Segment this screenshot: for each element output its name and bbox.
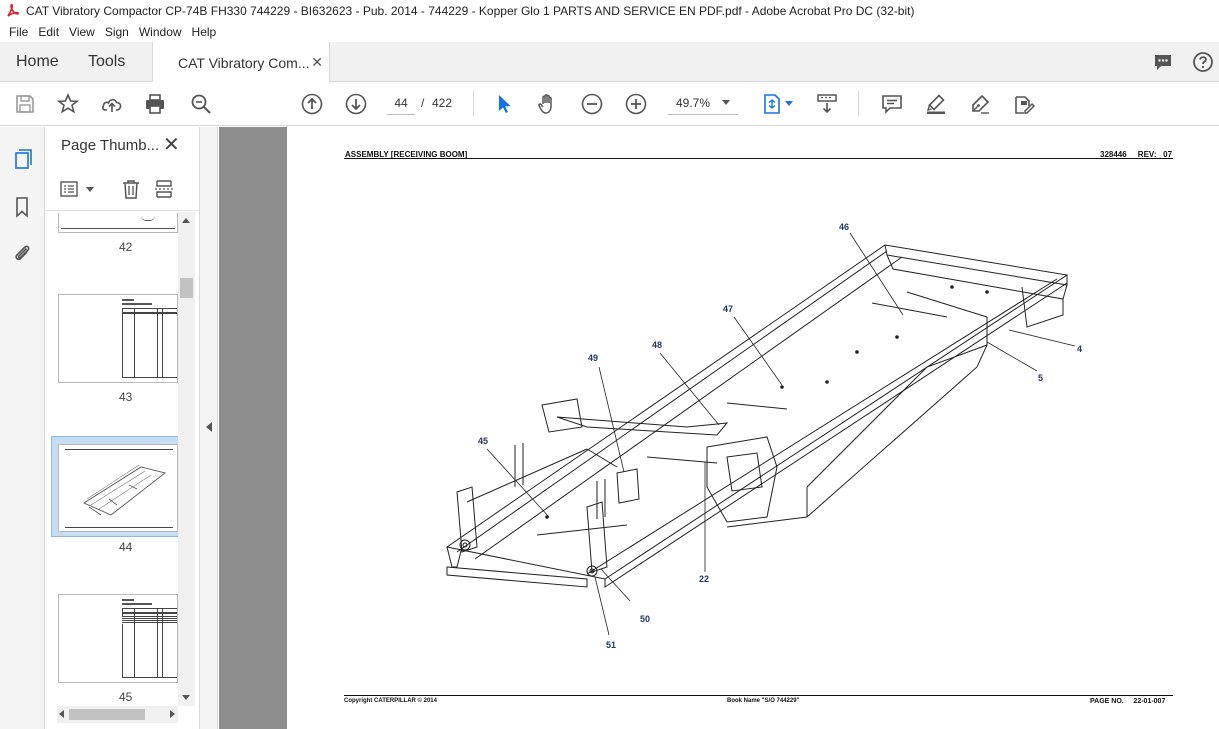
insert-page-icon[interactable] <box>153 178 175 200</box>
panel-splitter[interactable] <box>200 127 218 729</box>
callout-label: 51 <box>606 640 617 650</box>
page-total: 422 <box>432 96 453 110</box>
callout-label: 47 <box>723 304 734 314</box>
previous-page-icon[interactable] <box>300 92 324 116</box>
help-icon[interactable] <box>1192 51 1214 73</box>
fit-page-chevron-down-icon[interactable] <box>785 101 793 106</box>
close-tab-icon[interactable]: ✕ <box>311 54 323 71</box>
close-panel-icon[interactable]: ✕ <box>163 135 180 155</box>
menu-view[interactable]: View <box>64 25 100 39</box>
zoom-in-icon[interactable] <box>624 92 648 116</box>
menu-bar: File Edit View Sign Window Help <box>0 22 1219 42</box>
scrollbar-thumb[interactable] <box>69 709 145 720</box>
thumbnail-page-label: 44 <box>119 540 133 554</box>
callout-label: 5 <box>1038 373 1044 383</box>
document-viewer[interactable]: ASSEMBLY [RECEIVING BOOM] 328446 REV: 07 <box>219 127 1219 729</box>
scroll-left-icon[interactable] <box>59 710 64 718</box>
comment-bubble-icon[interactable] <box>1152 51 1174 73</box>
page-number-input[interactable]: 44 <box>387 91 415 115</box>
menu-edit[interactable]: Edit <box>33 25 64 39</box>
thumbnails-horizontal-scrollbar[interactable] <box>57 706 178 723</box>
callout-label: 4 <box>1077 344 1083 354</box>
collapse-panel-chevron-left-icon[interactable] <box>206 422 212 432</box>
thumbnail-page-label: 43 <box>119 390 133 404</box>
sign-pen-icon[interactable] <box>968 92 992 116</box>
attachments-paperclip-icon[interactable] <box>10 241 34 265</box>
add-comment-icon[interactable] <box>880 92 904 116</box>
page-thumbnail[interactable] <box>58 294 178 383</box>
tab-home[interactable]: Home <box>16 42 59 82</box>
thumbnail-page-label: 42 <box>119 240 133 254</box>
callout-label: 22 <box>699 574 710 584</box>
footer-rule <box>344 695 1173 696</box>
tab-document[interactable]: CAT Vibratory Com... ✕ <box>152 42 330 83</box>
zoom-out-icon[interactable] <box>580 92 604 116</box>
edit-document-icon[interactable] <box>1012 92 1036 116</box>
scrollbar-thumb[interactable] <box>180 278 193 298</box>
page-thumbnail-current[interactable] <box>58 444 178 532</box>
tab-row: Home Tools CAT Vibratory Com... ✕ <box>0 42 1219 83</box>
page-thumbnail[interactable] <box>58 213 178 233</box>
window-title: CAT Vibratory Compactor CP-74B FH330 744… <box>26 4 915 18</box>
acrobat-window: CAT Vibratory Compactor CP-74B FH330 744… <box>0 0 1219 729</box>
search-zoom-icon[interactable] <box>189 92 213 116</box>
scroll-mode-icon[interactable] <box>815 92 839 116</box>
toolbar-divider <box>473 90 474 116</box>
main-toolbar <box>0 82 1219 126</box>
page-footer-copyright: Copyright CATERPILLAR © 2014 <box>344 698 437 704</box>
bookmark-star-icon[interactable] <box>56 92 80 116</box>
callout-label: 45 <box>478 436 489 446</box>
delete-trash-icon[interactable] <box>120 178 142 200</box>
menu-help[interactable]: Help <box>187 25 222 39</box>
tab-tools[interactable]: Tools <box>88 42 125 82</box>
panel-title: Page Thumb... <box>61 137 160 154</box>
print-icon[interactable] <box>143 92 167 116</box>
tab-document-label: CAT Vibratory Com... <box>178 54 310 71</box>
scroll-up-icon[interactable] <box>182 218 190 223</box>
menu-window[interactable]: Window <box>134 25 187 39</box>
page-thumbnail[interactable] <box>58 594 178 683</box>
acrobat-logo-icon <box>7 4 19 17</box>
title-bar: CAT Vibratory Compactor CP-74B FH330 744… <box>0 0 1219 22</box>
callout-label: 49 <box>588 353 599 363</box>
page-footer-page-number: PAGE NO. 22-01-007 <box>1090 698 1166 705</box>
callout-label: 48 <box>652 340 663 350</box>
hand-tool-icon[interactable] <box>535 92 559 116</box>
zoom-dropdown-chevron-icon[interactable] <box>722 100 730 105</box>
scroll-down-icon[interactable] <box>182 695 190 700</box>
menu-file[interactable]: File <box>4 25 33 39</box>
callout-label: 46 <box>839 222 850 232</box>
scroll-right-icon[interactable] <box>170 710 175 718</box>
thumbnail-page-label: 45 <box>119 690 133 704</box>
pdf-page: ASSEMBLY [RECEIVING BOOM] 328446 REV: 07 <box>287 127 1219 729</box>
bookmarks-icon[interactable] <box>10 195 34 219</box>
page-thumbnails-icon[interactable] <box>10 147 34 171</box>
page-separator: / <box>421 96 425 110</box>
highlight-pen-icon[interactable] <box>924 92 948 116</box>
toolbar-divider <box>858 90 859 116</box>
thumbnail-options-menu-icon[interactable] <box>60 180 84 200</box>
page-footer-book-name: Book Name "S/O 744229" <box>727 698 800 704</box>
receiving-boom-drawing <box>445 232 1076 636</box>
select-pointer-icon[interactable] <box>492 92 516 116</box>
callout-label: 50 <box>640 614 651 624</box>
upload-cloud-icon[interactable] <box>100 92 124 116</box>
thumbnail-drawing <box>83 464 167 516</box>
thumbnail-options-chevron-down-icon[interactable] <box>86 187 94 192</box>
thumbnails-vertical-scrollbar[interactable] <box>178 212 195 706</box>
next-page-icon[interactable] <box>344 92 368 116</box>
menu-sign[interactable]: Sign <box>100 25 134 39</box>
fit-page-icon[interactable] <box>760 92 784 116</box>
save-icon[interactable] <box>13 92 37 116</box>
